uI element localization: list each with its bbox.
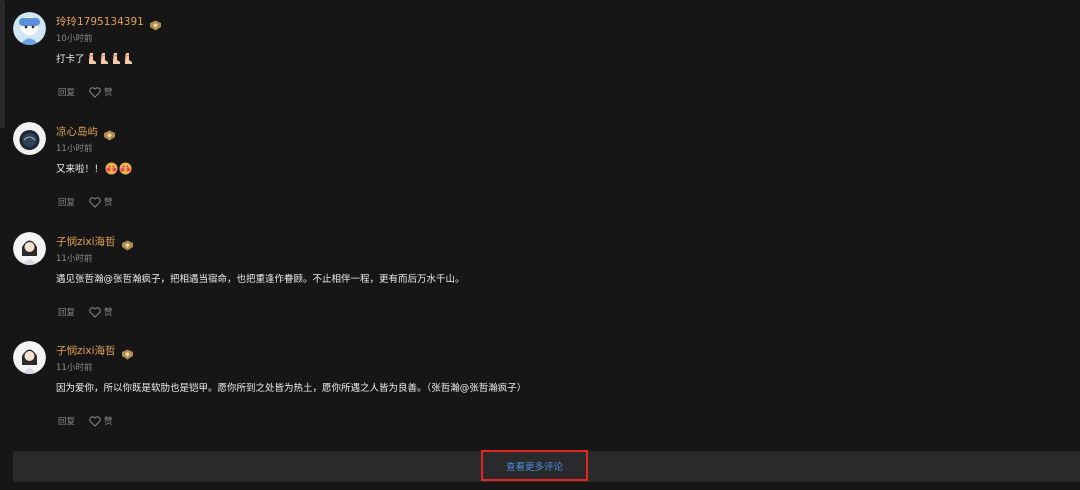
like-button[interactable]: 赞 [89, 196, 113, 208]
like-label: 赞 [104, 198, 113, 208]
comment-section: 玲玲1795134391 10小时前 打卡了 回复 赞 凉心岛屿 11小时前 又… [0, 0, 1080, 490]
reply-button[interactable]: 回复 [58, 196, 75, 208]
foot-emoji-icon [112, 52, 120, 64]
foot-emoji-icon [88, 52, 96, 64]
reply-button[interactable]: 回复 [58, 306, 75, 318]
like-label: 赞 [104, 88, 113, 98]
like-button[interactable]: 赞 [89, 415, 113, 427]
username[interactable]: 凉心岛屿 [56, 124, 98, 139]
foot-emoji-icon [124, 52, 132, 64]
user-line: 子悯zixi海哲 [56, 342, 134, 359]
like-label: 赞 [104, 308, 113, 318]
blush-emoji-group [105, 162, 133, 175]
comment-actions: 回复 赞 [58, 414, 113, 428]
comment-time: 11小时前 [56, 363, 93, 373]
like-button[interactable]: 赞 [89, 86, 113, 98]
comment-item: 玲玲1795134391 10小时前 打卡了 回复 赞 [0, 12, 1080, 112]
like-label: 赞 [104, 417, 113, 427]
user-avatar[interactable] [13, 122, 46, 155]
reply-button[interactable]: 回复 [58, 86, 75, 98]
load-more-comments-button[interactable]: 查看更多评论 [481, 450, 588, 481]
heart-icon [89, 415, 101, 427]
comment-time: 11小时前 [56, 254, 93, 264]
reply-button[interactable]: 回复 [58, 415, 75, 427]
comment-text: 打卡了 [56, 50, 134, 66]
user-avatar[interactable] [13, 341, 46, 374]
fan-badge-icon [103, 126, 116, 140]
user-line: 玲玲1795134391 [56, 13, 162, 30]
like-button[interactable]: 赞 [89, 306, 113, 318]
user-avatar[interactable] [13, 12, 46, 45]
user-line: 凉心岛屿 [56, 123, 116, 140]
comment-text: 遇见张哲瀚@张哲瀚疯子，把相遇当宿命，也把重逢作眷顾。不止相伴一程，更有而后万水… [56, 270, 465, 286]
comment-actions: 回复 赞 [58, 195, 113, 209]
comment-text-body: 打卡了 [56, 54, 85, 65]
comment-item: 子悯zixi海哲 11小时前 因为爱你，所以你既是软肋也是铠甲。愿你所到之处皆为… [0, 341, 1080, 441]
comment-text-body: 遇见张哲瀚@张哲瀚疯子，把相遇当宿命，也把重逢作眷顾。不止相伴一程，更有而后万水… [56, 274, 465, 285]
user-avatar[interactable] [13, 232, 46, 265]
username[interactable]: 子悯zixi海哲 [56, 343, 116, 358]
comment-time: 10小时前 [56, 34, 93, 44]
foot-emoji-group [86, 52, 134, 65]
heart-icon [89, 306, 101, 318]
username[interactable]: 子悯zixi海哲 [56, 234, 116, 249]
comment-text: 因为爱你，所以你既是软肋也是铠甲。愿你所到之处皆为热土，愿你所遇之人皆为良善。（… [56, 379, 526, 395]
comment-text: 又来啦！！ [56, 160, 133, 176]
fan-badge-icon [149, 16, 162, 30]
heart-icon [89, 196, 101, 208]
comment-text-body: 因为爱你，所以你既是软肋也是铠甲。愿你所到之处皆为热土，愿你所遇之人皆为良善。（… [56, 383, 527, 394]
comment-actions: 回复 赞 [58, 305, 113, 319]
heart-icon [89, 86, 101, 98]
user-line: 子悯zixi海哲 [56, 233, 134, 250]
username[interactable]: 玲玲1795134391 [56, 14, 144, 29]
comment-item: 子悯zixi海哲 11小时前 遇见张哲瀚@张哲瀚疯子，把相遇当宿命，也把重逢作眷… [0, 232, 1080, 332]
load-more-label: 查看更多评论 [505, 461, 563, 473]
comment-item: 凉心岛屿 11小时前 又来啦！！ 回复 赞 [0, 122, 1080, 222]
comment-actions: 回复 赞 [58, 85, 113, 99]
blush-face-emoji-icon [119, 162, 132, 174]
foot-emoji-icon [100, 52, 108, 64]
comment-text-body: 又来啦！！ [56, 164, 104, 175]
fan-badge-icon [121, 345, 134, 359]
blush-face-emoji-icon [105, 162, 118, 174]
comment-time: 11小时前 [56, 144, 93, 154]
fan-badge-icon [121, 236, 134, 250]
